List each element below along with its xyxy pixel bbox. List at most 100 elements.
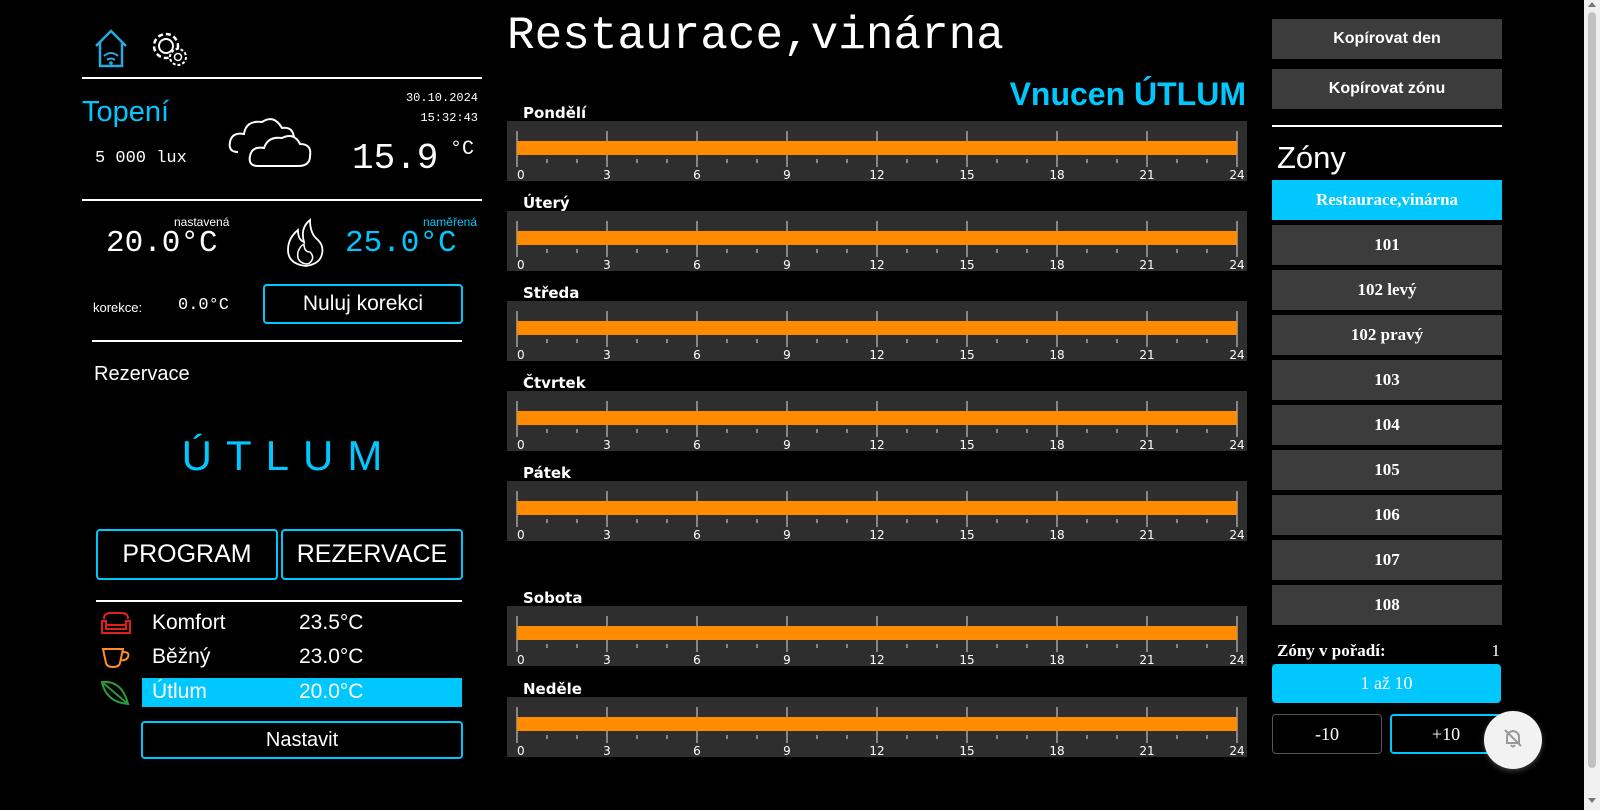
- zone-button[interactable]: 105: [1272, 450, 1502, 490]
- set-temp-value: 20.0°C: [106, 226, 218, 261]
- divider: [82, 199, 482, 201]
- settings-gear-icon[interactable]: [146, 26, 192, 70]
- tick-label: 18: [1049, 744, 1064, 757]
- schedule-bar[interactable]: [517, 321, 1237, 335]
- outside-temp: 15.9: [352, 138, 439, 179]
- tick-label: 15: [959, 168, 974, 181]
- tick-label: 18: [1049, 258, 1064, 271]
- copy-day-button[interactable]: Kopírovat den: [1272, 19, 1502, 59]
- mode-name: Komfort: [152, 611, 226, 634]
- tick-label: 6: [693, 438, 701, 451]
- schedule-bar[interactable]: [517, 626, 1237, 640]
- tick-label: 24: [1229, 528, 1244, 541]
- prev-zones-button[interactable]: -10: [1272, 714, 1382, 754]
- zone-button[interactable]: 103: [1272, 360, 1502, 400]
- schedule-bar[interactable]: [517, 411, 1237, 425]
- mode-row-utlum[interactable]: Útlum 20.0°C: [100, 678, 462, 707]
- current-mode-text: ÚTLUM: [181, 432, 397, 479]
- reset-correction-button[interactable]: Nuluj korekci: [263, 284, 463, 324]
- divider: [82, 77, 482, 79]
- zone-button[interactable]: 107: [1272, 540, 1502, 580]
- schedule-bar[interactable]: [517, 141, 1237, 155]
- tick-label: 12: [869, 653, 884, 666]
- timeline-chart[interactable]: 0 3 6 9 12 15 18 21 24: [507, 121, 1247, 181]
- set-button[interactable]: Nastavit: [141, 721, 463, 759]
- timeline-chart[interactable]: 0 3 6 9 12 15 18 21 24: [507, 606, 1247, 666]
- tick-label: 15: [959, 348, 974, 361]
- tick-label: 3: [603, 438, 611, 451]
- timeline-chart[interactable]: 0 3 6 9 12 15 18 21 24: [507, 481, 1247, 541]
- day-label: Středa: [523, 284, 580, 302]
- zone-button[interactable]: 102 pravý: [1272, 315, 1502, 355]
- zone-range-button[interactable]: 1 až 10: [1272, 664, 1501, 703]
- scroll-down-arrow[interactable]: [1588, 798, 1596, 803]
- tick-label: 18: [1049, 348, 1064, 361]
- tick-label: 6: [693, 744, 701, 757]
- tick-label: 12: [869, 348, 884, 361]
- zones-title: Zóny: [1277, 140, 1346, 175]
- day-label: Pondělí: [523, 104, 587, 122]
- tick-label: 15: [959, 744, 974, 757]
- correction-label: korekce:: [93, 300, 143, 315]
- home-wifi-icon[interactable]: [92, 26, 130, 70]
- zone-button[interactable]: 102 levý: [1272, 270, 1502, 310]
- cup-icon: [100, 643, 132, 671]
- scrollbar[interactable]: [1584, 0, 1600, 810]
- schedule-bar[interactable]: [517, 717, 1237, 731]
- time-text: 15:32:43: [420, 111, 478, 125]
- tick-label: 3: [603, 744, 611, 757]
- scrollbar-thumb[interactable]: [1588, 12, 1596, 768]
- tick-label: 9: [783, 258, 791, 271]
- tick-label: 0: [517, 653, 525, 666]
- mode-row-komfort[interactable]: Komfort 23.5°C: [100, 609, 462, 637]
- zone-button[interactable]: 104: [1272, 405, 1502, 445]
- timeline-chart[interactable]: 0 3 6 9 12 15 18 21 24: [507, 391, 1247, 451]
- mode-value: 20.0°C: [299, 680, 364, 703]
- tick-label: 6: [693, 653, 701, 666]
- tick-label: 0: [517, 348, 525, 361]
- tick-label: 21: [1139, 653, 1154, 666]
- tick-label: 9: [783, 744, 791, 757]
- day-label: Sobota: [523, 589, 583, 607]
- scroll-up-arrow[interactable]: [1588, 2, 1596, 7]
- tick-label: 24: [1229, 168, 1244, 181]
- day-label: Čtvrtek: [523, 374, 586, 392]
- tick-label: 0: [517, 258, 525, 271]
- mode-value: 23.0°C: [299, 645, 364, 668]
- tick-label: 21: [1139, 744, 1154, 757]
- bell-off-icon: [1501, 726, 1525, 755]
- zone-button[interactable]: 101: [1272, 225, 1502, 265]
- timeline-chart[interactable]: 0 3 6 9 12 15 18 21 24: [507, 697, 1247, 757]
- schedule-bar[interactable]: [517, 501, 1237, 515]
- timeline-chart[interactable]: 0 3 6 9 12 15 18 21 24: [507, 211, 1247, 271]
- notifications-off-button[interactable]: [1484, 711, 1542, 769]
- zone-button[interactable]: 106: [1272, 495, 1502, 535]
- date-text: 30.10.2024: [405, 91, 478, 105]
- lux-text: 5 000 lux: [95, 149, 187, 168]
- tick-label: 18: [1049, 528, 1064, 541]
- reservation-label: Rezervace: [94, 363, 190, 385]
- tick-label: 6: [693, 258, 701, 271]
- measured-temp-value: 25.0°C: [345, 226, 457, 261]
- divider: [92, 340, 462, 342]
- schedule-bar[interactable]: [517, 231, 1237, 245]
- timeline-chart[interactable]: 0 3 6 9 12 15 18 21 24: [507, 301, 1247, 361]
- leaf-icon: [100, 678, 132, 706]
- zone-button[interactable]: Restaurace,vinárna: [1272, 180, 1502, 220]
- program-button[interactable]: PROGRAM: [96, 529, 278, 580]
- mode-row-bezny[interactable]: Běžný 23.0°C: [100, 643, 462, 671]
- copy-zone-button[interactable]: Kopírovat zónu: [1272, 69, 1502, 109]
- tick-label: 0: [517, 438, 525, 451]
- tick-label: 6: [693, 348, 701, 361]
- tick-label: 6: [693, 168, 701, 181]
- tick-label: 21: [1139, 528, 1154, 541]
- zones-order-label: Zóny v pořadí:: [1277, 641, 1386, 660]
- day-label: Úterý: [523, 194, 570, 212]
- tick-label: 9: [783, 348, 791, 361]
- section-title: Topení: [82, 96, 170, 128]
- mode-name: Útlum: [152, 680, 207, 703]
- tick-label: 3: [603, 168, 611, 181]
- zone-button[interactable]: 108: [1272, 585, 1502, 625]
- reservation-button[interactable]: REZERVACE: [281, 529, 463, 580]
- tick-label: 15: [959, 653, 974, 666]
